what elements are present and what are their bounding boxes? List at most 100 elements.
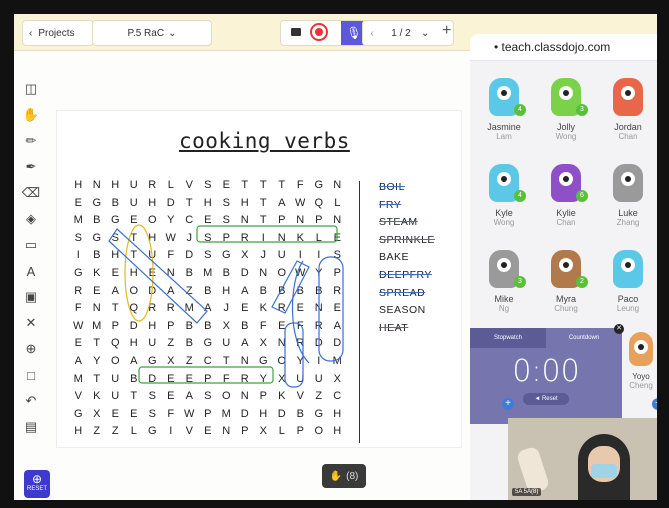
projects-button[interactable]: ‹ Projects bbox=[22, 20, 94, 46]
raised-hands-badge[interactable]: ✋ (8) bbox=[322, 464, 366, 488]
word-list-item: BAKE bbox=[379, 251, 410, 264]
student-first-name: Yoyo bbox=[632, 372, 650, 381]
timer-tabs: Stopwatch Countdown bbox=[470, 328, 622, 348]
chevron-down-icon: ⌄ bbox=[168, 27, 177, 39]
word-list-item: SEASON bbox=[379, 304, 426, 317]
loop-bake bbox=[271, 260, 310, 314]
loop-spread bbox=[108, 228, 208, 324]
monster-avatar-icon bbox=[613, 164, 643, 202]
tab-countdown[interactable]: Countdown bbox=[546, 328, 622, 348]
student-last-name: Chan bbox=[556, 218, 576, 227]
side-student[interactable]: Yoyo Cheng bbox=[626, 330, 656, 390]
student-card[interactable]: Luke Zhang bbox=[598, 152, 657, 238]
loop-heat bbox=[284, 322, 304, 388]
student-card[interactable]: 6 Kylie Chan bbox=[536, 152, 596, 238]
student-last-name: Zhang bbox=[616, 218, 640, 227]
student-first-name: Paco bbox=[617, 294, 639, 304]
word-list-item: SPREAD bbox=[379, 286, 426, 299]
student-card[interactable]: Jordan Chan bbox=[598, 66, 657, 152]
student-first-name: Kyle bbox=[495, 208, 513, 218]
marker-icon[interactable]: ✒ bbox=[20, 156, 42, 178]
eraser-icon[interactable]: ⌫ bbox=[20, 182, 42, 204]
clear-icon[interactable]: ✕ bbox=[20, 312, 42, 334]
word-list-item: SPRINKLE bbox=[379, 233, 435, 246]
record-button[interactable] bbox=[310, 23, 328, 41]
collapse-right-icon[interactable]: − bbox=[652, 398, 657, 410]
class-select[interactable]: P.5 RaC ⌄ bbox=[92, 20, 212, 46]
student-card[interactable]: 2 Myra Chung bbox=[536, 238, 596, 324]
points-badge: 2 bbox=[576, 276, 588, 288]
word-list: BOIL FRY STEAM SPRINKLE BAKE DEEPFRY SPREAD SEA… bbox=[379, 179, 435, 337]
panel-url: • teach.classdojo.com bbox=[470, 34, 657, 61]
student-last-name: Ng bbox=[498, 304, 510, 313]
undo-icon[interactable]: ↶ bbox=[20, 390, 42, 412]
reset-label: RESET bbox=[26, 486, 47, 492]
crop-icon[interactable]: □ bbox=[20, 364, 42, 386]
student-first-name: Luke bbox=[618, 208, 638, 218]
worksheet: cooking verbs HNHURLVSETTTFGNEGBUHDTHSHT… bbox=[56, 110, 462, 448]
class-label: P.5 RaC bbox=[127, 27, 165, 39]
loop-season bbox=[291, 260, 310, 364]
expand-left-icon[interactable]: + bbox=[502, 398, 514, 410]
zoom-icon: ⊕ bbox=[31, 472, 43, 486]
monster-avatar-icon bbox=[613, 250, 643, 288]
projects-label: Projects bbox=[38, 27, 75, 39]
points-badge: 3 bbox=[576, 104, 588, 116]
page-dropdown-icon[interactable]: ⌄ bbox=[421, 28, 429, 39]
hand-icon[interactable]: ✋ bbox=[20, 104, 42, 126]
student-last-name: Leung bbox=[616, 304, 640, 313]
monster-avatar-icon bbox=[613, 78, 643, 116]
video-feed: 5A 5A(8) bbox=[508, 418, 657, 500]
student-first-name: Jolly bbox=[556, 122, 575, 132]
student-first-name: Jordan bbox=[614, 122, 642, 132]
screen-icon[interactable]: ▤ bbox=[20, 416, 42, 438]
prev-page-button[interactable]: ‹ bbox=[363, 28, 381, 39]
fill-icon[interactable]: ◈ bbox=[20, 208, 42, 230]
student-card[interactable]: 4 Jasmine Lam bbox=[474, 66, 534, 152]
word-list-item: STEAM bbox=[379, 216, 418, 229]
timer-reset-label: Reset bbox=[541, 396, 558, 402]
text-icon[interactable]: A bbox=[20, 260, 42, 282]
panel-url-text: teach.classdojo.com bbox=[501, 40, 611, 54]
page-navigator: ‹ 1 / 2 ⌄ bbox=[362, 20, 454, 46]
timer-reset-button[interactable]: ◄ Reset bbox=[523, 393, 569, 405]
student-first-name: Mike bbox=[494, 294, 514, 304]
highlight-sprinkle bbox=[196, 225, 338, 243]
target-icon[interactable]: ⊕ bbox=[20, 338, 42, 360]
page-indicator[interactable]: 1 / 2 bbox=[381, 28, 421, 39]
chevron-left-icon: ‹ bbox=[29, 27, 33, 39]
raised-hand-count: (8) bbox=[346, 470, 359, 482]
close-icon[interactable]: ✕ bbox=[614, 324, 624, 334]
select-icon[interactable]: ◫ bbox=[20, 78, 42, 100]
student-last-name: Lam bbox=[496, 132, 512, 141]
word-list-item: DEEPFRY bbox=[379, 268, 432, 281]
left-toolbar: ◫ ✋ ✏ ✒ ⌫ ◈ ▭ A ▣ ✕ ⊕ □ ↶ ▤ bbox=[20, 78, 44, 442]
student-last-name: Cheng bbox=[629, 381, 653, 390]
camera-icon[interactable] bbox=[291, 28, 301, 36]
video-name-label: 5A 5A(8) bbox=[512, 488, 542, 496]
student-last-name: Chan bbox=[618, 132, 638, 141]
highlight-deepfry bbox=[138, 366, 274, 384]
shapes-icon[interactable]: ▭ bbox=[20, 234, 42, 256]
app-frame: ‹ Projects P.5 RaC ⌄ 🎙 ‹ 1 / 2 ⌄ + ◫ ✋ ✏… bbox=[14, 14, 657, 500]
timer-widget: Stopwatch Countdown 0:00 ◄ Reset bbox=[470, 328, 622, 424]
image-icon[interactable]: ▣ bbox=[20, 286, 42, 308]
student-card[interactable]: 3 Mike Ng bbox=[474, 238, 534, 324]
points-badge: 4 bbox=[514, 104, 526, 116]
pen-icon[interactable]: ✏ bbox=[20, 130, 42, 152]
word-list-item: BOIL bbox=[379, 181, 405, 193]
student-last-name: Wong bbox=[493, 218, 515, 227]
points-badge: 6 bbox=[576, 190, 588, 202]
add-page-button[interactable]: + bbox=[442, 22, 451, 40]
word-list-divider bbox=[359, 181, 360, 443]
student-first-name: Kylie bbox=[556, 208, 576, 218]
tab-stopwatch[interactable]: Stopwatch bbox=[470, 328, 546, 348]
loop-boil bbox=[318, 256, 344, 362]
student-card[interactable]: 3 Jolly Wong bbox=[536, 66, 596, 152]
student-card[interactable]: 4 Kyle Wong bbox=[474, 152, 534, 238]
points-badge: 4 bbox=[514, 190, 526, 202]
reset-button[interactable]: ⊕ RESET bbox=[24, 470, 50, 498]
student-last-name: Chung bbox=[554, 304, 578, 313]
student-card[interactable]: Paco Leung bbox=[598, 238, 657, 324]
monster-avatar-icon bbox=[629, 332, 653, 366]
